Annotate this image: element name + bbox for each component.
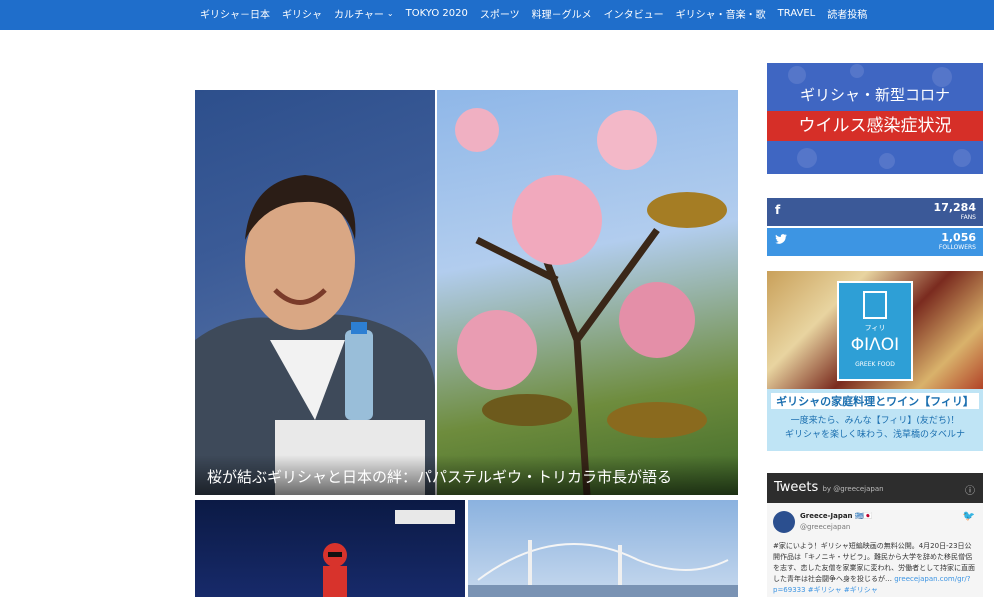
column-icon <box>863 291 887 319</box>
twitter-icon <box>775 233 787 247</box>
nav-item-greece[interactable]: ギリシャ <box>282 6 322 21</box>
avatar[interactable] <box>773 511 795 533</box>
hero-thumbnail-image <box>323 510 455 597</box>
nav-item-greece-japan[interactable]: ギリシャ－日本 <box>200 6 270 21</box>
tweet-user-handle[interactable]: @greecejapan <box>800 523 850 531</box>
nav-menu: ギリシャ－日本 ギリシャ カルチャー ⌄ TOKYO 2020 スポーツ 料理－グ… <box>200 0 879 26</box>
featured-image-mayor <box>195 90 435 495</box>
nav-item-sports[interactable]: スポーツ <box>480 6 520 21</box>
article-thumbnail-bridge[interactable] <box>468 500 738 597</box>
top-navigation: ギリシャ－日本 ギリシャ カルチャー ⌄ TOKYO 2020 スポーツ 料理－グ… <box>0 0 994 30</box>
facebook-fans-label: FANS <box>960 214 976 221</box>
facebook-fans-count: 17,284 <box>933 201 976 214</box>
twitter-counter[interactable]: 1,056 FOLLOWERS <box>767 228 983 256</box>
twitter-bird-icon: 🐦 <box>962 511 975 522</box>
facebook-icon: f <box>775 203 781 217</box>
tweets-by-link[interactable]: by @greecejapan <box>822 485 883 493</box>
tweet-item[interactable]: Greece-Japan 🇬🇷🇯🇵 @greecejapan 🐦 #家にいよう！… <box>767 503 983 597</box>
covid-banner-line2: ウイルス感染症状況 <box>767 111 983 141</box>
twitter-followers-label: FOLLOWERS <box>938 244 976 251</box>
cherry-blossom-photo <box>455 108 727 495</box>
mayor-photo <box>195 175 435 495</box>
nav-item-reader-posts[interactable]: 読者投稿 <box>827 6 867 21</box>
filoi-restaurant-ad[interactable]: フィリ ΦΙΛΟΙ GREEK FOOD ギリシャの家庭料理とワイン【フィリ】 … <box>767 271 983 451</box>
chevron-down-icon: ⌄ <box>386 8 394 18</box>
featured-image-cherry-blossom <box>437 90 738 495</box>
nav-item-music[interactable]: ギリシャ・音楽・歌 <box>676 6 766 21</box>
nav-item-travel[interactable]: TRAVEL <box>778 8 816 19</box>
facebook-counter[interactable]: f 17,284 FANS <box>767 198 983 226</box>
filoi-text-area: ギリシャの家庭料理とワイン【フィリ】 一度来たら、みんな【フィリ】(友だち)！ … <box>767 389 983 451</box>
nav-item-tokyo2020[interactable]: TOKYO 2020 <box>406 8 468 19</box>
featured-article-title[interactable]: 桜が結ぶギリシャと日本の絆：パパステルギウ・トリカラ市長が語る <box>207 466 672 487</box>
info-icon[interactable]: ⓘ <box>965 482 975 497</box>
filoi-tagline-2: ギリシャを楽しく味わう、浅草橋のタベルナ <box>784 430 965 440</box>
nav-item-interview[interactable]: インタビュー <box>604 6 664 21</box>
tweet-text: #家にいよう！ギリシャ短編映画の無料公開。4月20日-23日公開作品は「キノニキ… <box>773 542 975 594</box>
tweet-user-name[interactable]: Greece-Japan 🇬🇷🇯🇵 <box>800 512 872 520</box>
filoi-headline: ギリシャの家庭料理とワイン【フィリ】 <box>771 393 979 409</box>
bridge-thumbnail-image <box>468 540 738 597</box>
covid-banner[interactable]: ギリシャ・新型コロナ ウイルス感染症状況 <box>767 63 983 174</box>
nav-item-gourmet[interactable]: 料理－グルメ <box>532 6 592 21</box>
filoi-tagline-1: 一度来たら、みんな【フィリ】(友だち)！ <box>790 416 960 426</box>
tweets-widget: Tweets by @greecejapan ⓘ Greece-Japan 🇬🇷… <box>767 473 983 597</box>
article-thumbnail-hero[interactable] <box>195 500 465 597</box>
featured-article[interactable]: 桜が結ぶギリシャと日本の絆：パパステルギウ・トリカラ市長が語る <box>195 90 738 495</box>
twitter-followers-count: 1,056 <box>941 231 976 244</box>
nav-item-culture[interactable]: カルチャー ⌄ <box>334 6 394 21</box>
covid-banner-line1: ギリシャ・新型コロナ <box>799 86 950 104</box>
filoi-logo: フィリ ΦΙΛΟΙ GREEK FOOD <box>837 281 913 381</box>
tweets-header: Tweets by @greecejapan <box>774 480 884 495</box>
